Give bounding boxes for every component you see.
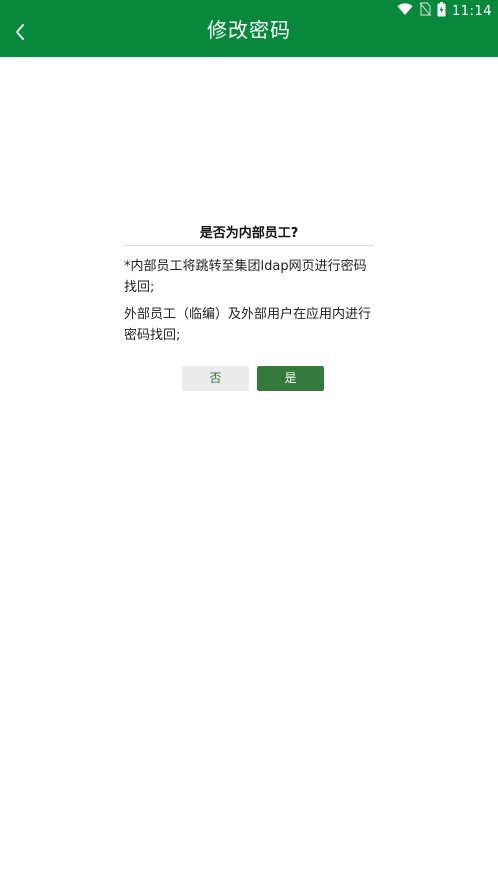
no-button[interactable]: 否	[182, 366, 249, 391]
app-bar: 11:14 修改密码	[0, 0, 498, 57]
dialog-message-internal: *内部员工将跳转至集团ldap网页进行密码找回;	[124, 259, 367, 295]
page-title: 修改密码	[207, 18, 291, 42]
yes-button[interactable]: 是	[257, 366, 324, 391]
confirm-dialog: 是否为内部员工? *内部员工将跳转至集团ldap网页进行密码找回; 外部员工（临…	[124, 222, 374, 391]
dialog-message-external: 外部员工（临编）及外部用户在应用内进行密码找回;	[124, 307, 372, 343]
dialog-title: 是否为内部员工?	[124, 222, 374, 246]
